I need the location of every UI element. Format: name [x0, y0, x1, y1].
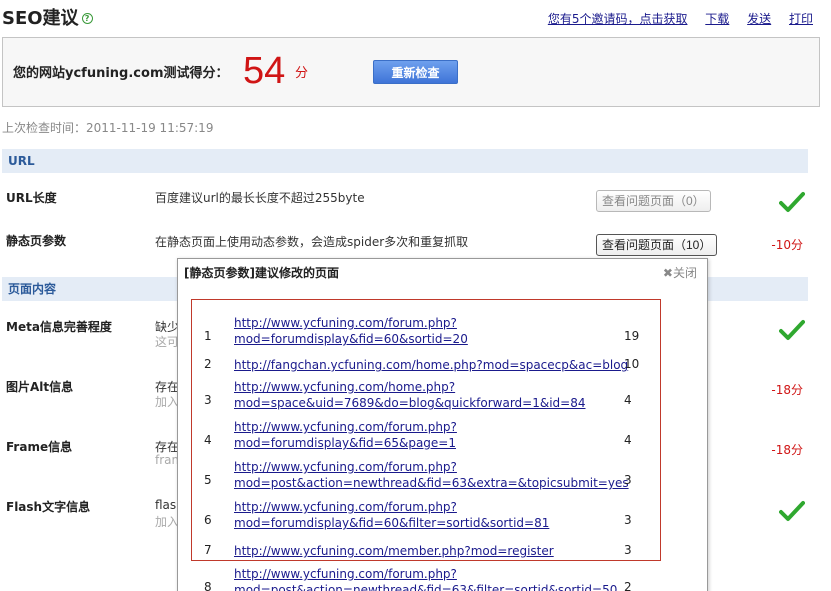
score-panel: 您的网站ycfuning.com测试得分： 54 分 重新检查 — [2, 37, 820, 107]
list-item-number: 5 — [204, 473, 212, 487]
section-url-header: URL — [2, 149, 808, 173]
list-item-number: 6 — [204, 513, 212, 527]
popup-close-button[interactable]: ✖关闭 — [663, 264, 697, 281]
list-item-url[interactable]: http://www.ycfuning.com/forum.php? mod=fo… — [234, 419, 457, 451]
list-item: 6 http://www.ycfuning.com/forum.php? mod=… — [178, 499, 709, 539]
send-link[interactable]: 发送 — [747, 12, 771, 26]
deduct-static-params: -10分 — [771, 238, 803, 252]
list-item-url[interactable]: http://www.ycfuning.com/forum.php? mod=po… — [234, 459, 629, 491]
list-item-url[interactable]: http://www.ycfuning.com/home.php? mod=spa… — [234, 379, 586, 411]
row-frame-name: Frame信息 — [6, 440, 73, 454]
row-url-length-name: URL长度 — [6, 191, 57, 205]
print-link[interactable]: 打印 — [789, 12, 813, 26]
list-item-count: 4 — [624, 433, 632, 447]
list-item-number: 4 — [204, 433, 212, 447]
row-img-alt-sub: 加入 — [155, 395, 180, 409]
list-item-count: 10 — [624, 357, 640, 371]
row-flash-name: Flash文字信息 — [6, 500, 91, 514]
score-value: 54 — [243, 50, 286, 92]
list-item-count: 19 — [624, 329, 640, 343]
popup-title: [静态页参数]建议修改的页面 — [184, 266, 339, 280]
check-icon — [779, 192, 805, 212]
list-item: 8 http://www.ycfuning.com/forum.php? mod=… — [178, 566, 709, 591]
row-flash-desc: flas — [155, 498, 177, 512]
list-item-count: 4 — [624, 393, 632, 407]
list-item-count: 3 — [624, 513, 632, 527]
list-item: 4 http://www.ycfuning.com/forum.php? mod=… — [178, 419, 709, 459]
problem-pages-popup: [静态页参数]建议修改的页面 ✖关闭 1 http://www.ycfuning… — [177, 258, 708, 591]
close-icon: ✖ — [662, 266, 673, 280]
row-meta-sub: 这可 — [155, 335, 180, 349]
deduct-frame: -18分 — [771, 443, 803, 457]
list-item-count: 3 — [624, 543, 632, 557]
list-item: 5 http://www.ycfuning.com/forum.php? mod=… — [178, 459, 709, 499]
download-link[interactable]: 下载 — [705, 12, 729, 26]
list-item: 1 http://www.ycfuning.com/forum.php? mod=… — [178, 315, 709, 355]
list-item-number: 1 — [204, 329, 212, 343]
list-item: 3 http://www.ycfuning.com/home.php? mod=s… — [178, 379, 709, 419]
popup-close-label: 关闭 — [672, 266, 697, 280]
row-static-params-name: 静态页参数 — [6, 234, 67, 248]
list-item-number: 7 — [204, 543, 212, 557]
list-item-number: 8 — [204, 580, 212, 591]
row-flash-sub: 加入 — [155, 515, 180, 529]
row-url-length-desc: 百度建议url的最长长度不超过255byte — [155, 191, 365, 205]
list-item-number: 3 — [204, 393, 212, 407]
view-problem-pages-button-url-length[interactable]: 查看问题页面（0） — [596, 190, 711, 212]
help-icon[interactable]: ? — [81, 13, 93, 24]
page-title: SEO建议? — [2, 4, 93, 30]
list-item-url[interactable]: http://www.ycfuning.com/forum.php? mod=fo… — [234, 499, 549, 531]
page-title-text: SEO建议 — [2, 8, 79, 29]
last-check-time: 上次检查时间：2011-11-19 11:57:19 — [2, 121, 214, 135]
row-meta-name: Meta信息完善程度 — [6, 320, 112, 334]
list-item-url[interactable]: http://www.ycfuning.com/member.php?mod=r… — [234, 543, 554, 559]
score-unit: 分 — [295, 66, 309, 81]
list-item-url[interactable]: http://www.ycfuning.com/forum.php? mod=po… — [234, 566, 617, 591]
check-icon — [779, 501, 805, 521]
row-img-alt-name: 图片Alt信息 — [6, 380, 74, 394]
top-links: 您有5个邀请码，点击获取 下载 发送 打印 — [534, 10, 813, 27]
list-item-url[interactable]: http://www.ycfuning.com/forum.php? mod=fo… — [234, 315, 468, 347]
score-label: 您的网站ycfuning.com测试得分： — [13, 66, 229, 81]
invite-code-link[interactable]: 您有5个邀请码，点击获取 — [548, 12, 688, 26]
deduct-img-alt: -18分 — [771, 383, 803, 397]
list-item-number: 2 — [204, 357, 212, 371]
row-static-params-desc: 在静态页面上使用动态参数，会造成spider多次和重复抓取 — [155, 235, 469, 249]
list-item-count: 3 — [624, 473, 632, 487]
check-icon — [779, 320, 805, 340]
view-problem-pages-button-static-params[interactable]: 查看问题页面（10） — [596, 234, 718, 256]
list-item-count: 2 — [624, 580, 632, 591]
list-item-url[interactable]: http://fangchan.ycfuning.com/home.php?mo… — [234, 357, 628, 373]
recheck-button[interactable]: 重新检查 — [373, 60, 458, 84]
